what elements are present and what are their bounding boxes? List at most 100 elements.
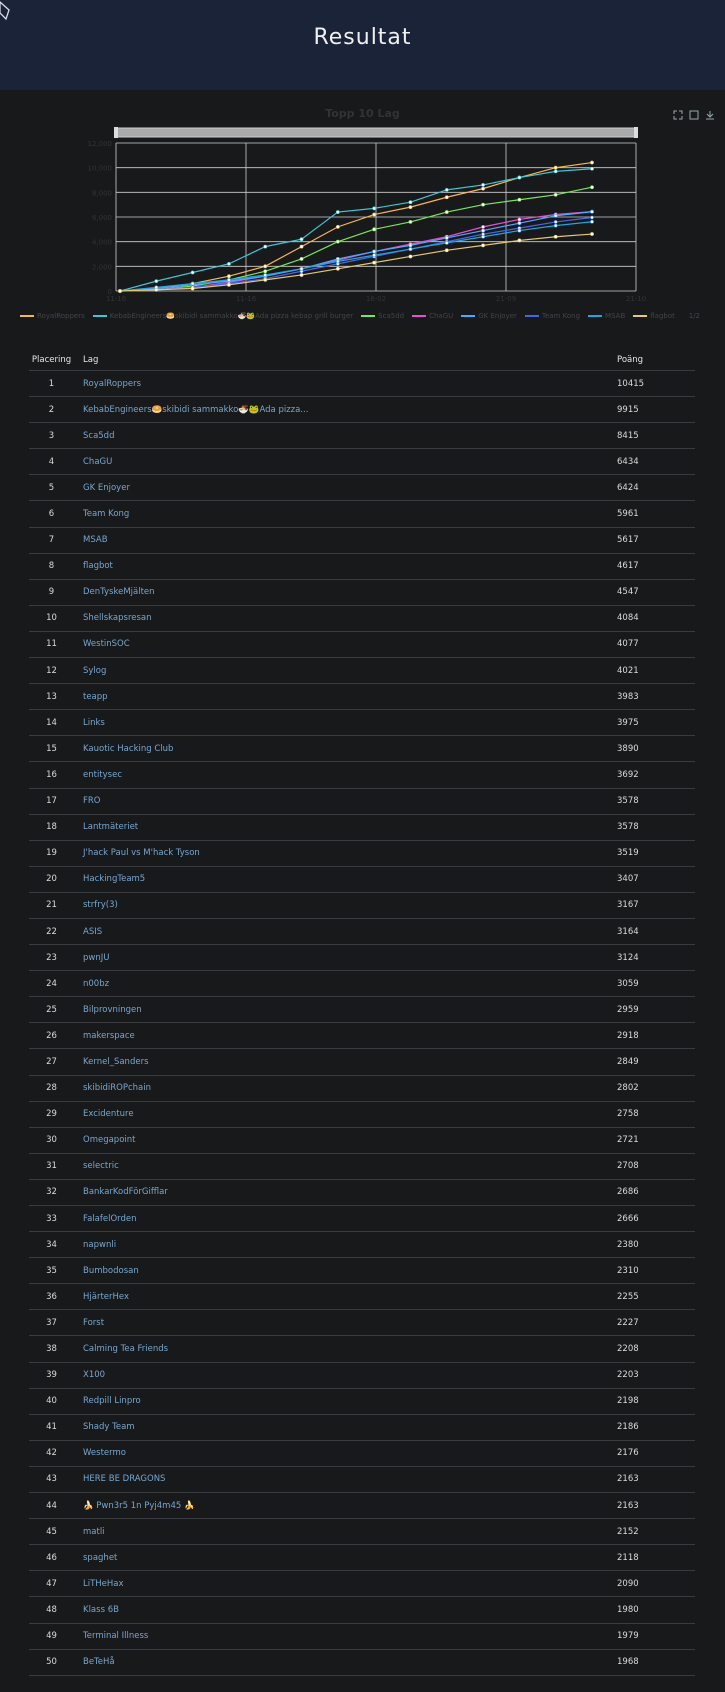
y-tick-label: 8,000	[92, 189, 112, 197]
team-link[interactable]: napwnli	[74, 1231, 617, 1259]
team-link[interactable]: Links	[74, 709, 617, 737]
team-link[interactable]: Bilprovningen	[74, 996, 617, 1024]
team-link[interactable]: GK Enjoyer	[74, 474, 617, 502]
legend-item[interactable]: MSAB	[588, 312, 625, 320]
team-link[interactable]: Klass 6B	[74, 1596, 617, 1624]
data-point	[154, 279, 159, 284]
team-link[interactable]: BeTeHå	[74, 1649, 617, 1676]
data-point	[481, 243, 485, 248]
legend-item[interactable]: Team Kong	[524, 312, 580, 320]
team-link[interactable]: Team Kong	[74, 500, 617, 528]
points-cell: 2686	[617, 1179, 695, 1207]
team-link[interactable]: Lantmäteriet	[74, 814, 617, 841]
team-link[interactable]: Shellskapsresan	[74, 605, 617, 632]
data-point	[299, 237, 304, 242]
placement-cell: 1	[29, 370, 74, 398]
team-link[interactable]: Sylog	[74, 657, 617, 685]
points-cell: 2090	[617, 1570, 695, 1598]
team-link[interactable]: Terminal Illness	[74, 1623, 617, 1650]
team-link[interactable]: J'hack Paul vs M'hack Tyson	[74, 840, 617, 867]
line-chart[interactable]: 12,00010,0008,0006,0004,0002,000011-16 11…	[0, 100, 725, 330]
legend-item[interactable]: RoyalRoppers	[20, 312, 85, 320]
points-cell: 9915	[617, 396, 695, 424]
legend-item[interactable]: Sca5dd	[361, 312, 404, 320]
data-point	[263, 264, 268, 269]
data-point	[408, 200, 413, 205]
logo-icon[interactable]	[0, 0, 14, 20]
placement-cell: 43	[29, 1466, 74, 1494]
team-link[interactable]: spaghet	[74, 1544, 617, 1572]
legend-item[interactable]: flagbot	[633, 312, 675, 320]
y-tick-label: 6,000	[92, 214, 112, 222]
team-link[interactable]: selectric	[74, 1153, 617, 1180]
team-link[interactable]: Forst	[74, 1309, 617, 1337]
legend-label: GK Enjoyer	[478, 312, 517, 320]
team-link[interactable]: ChaGU	[74, 448, 617, 476]
data-point	[299, 266, 304, 271]
header-placering[interactable]: Placering	[29, 349, 74, 371]
table-row: 3 Sca5dd 8415	[29, 422, 695, 450]
team-link[interactable]: FRO	[74, 788, 617, 815]
team-link[interactable]: HackingTeam5	[74, 866, 617, 893]
team-link[interactable]: Shady Team	[74, 1414, 617, 1441]
points-cell: 8415	[617, 422, 695, 450]
team-link[interactable]: RoyalRoppers	[74, 370, 617, 398]
team-link[interactable]: Calming Tea Friends	[74, 1335, 617, 1363]
team-link[interactable]: skibidiROPchain	[74, 1075, 617, 1102]
team-link[interactable]: n00bz	[74, 970, 617, 998]
team-link[interactable]: WestinSOC	[74, 631, 617, 659]
legend-item[interactable]: ChaGU	[412, 312, 453, 320]
team-link[interactable]: X100	[74, 1362, 617, 1389]
y-tick-label: 4,000	[92, 239, 112, 247]
team-link[interactable]: Bumbodosan	[74, 1257, 617, 1285]
data-point	[154, 287, 159, 292]
chart-legend[interactable]: RoyalRoppers KebabEngineers🥯skibidi samma…	[20, 312, 710, 324]
team-link[interactable]: FalafelOrden	[74, 1205, 617, 1233]
team-link[interactable]: KebabEngineers🥯skibidi sammakko🍜🐸Ada piz…	[74, 396, 617, 424]
team-link[interactable]: DenTyskeMjälten	[74, 579, 617, 606]
table-row: 43 HERE BE DRAGONS 2163	[29, 1466, 695, 1494]
placement-cell: 23	[29, 944, 74, 972]
points-cell: 5617	[617, 527, 695, 554]
team-link[interactable]: Redpill Linpro	[74, 1388, 617, 1415]
header-lag[interactable]: Lag	[74, 349, 617, 371]
data-point	[335, 224, 340, 229]
table-row: 22 ASIS 3164	[29, 918, 695, 946]
team-link[interactable]: teapp	[74, 683, 617, 711]
table-row: 20 HackingTeam5 3407	[29, 866, 695, 893]
team-link[interactable]: Excidenture	[74, 1101, 617, 1128]
table-row: 18 Lantmäteriet 3578	[29, 814, 695, 841]
team-link[interactable]: Kernel_Sanders	[74, 1048, 617, 1076]
data-point	[299, 244, 304, 249]
team-link[interactable]: flagbot	[74, 553, 617, 580]
team-link[interactable]: BankarKodFörGifflar	[74, 1179, 617, 1207]
placement-cell: 12	[29, 657, 74, 685]
placement-cell: 45	[29, 1518, 74, 1546]
data-point	[553, 165, 558, 170]
placement-cell: 36	[29, 1283, 74, 1311]
team-link[interactable]: HjärterHex	[74, 1283, 617, 1311]
legend-pager[interactable]: 1/2	[684, 312, 700, 320]
team-link[interactable]: matli	[74, 1518, 617, 1546]
legend-item[interactable]: GK Enjoyer	[461, 312, 517, 320]
team-link[interactable]: pwnJU	[74, 944, 617, 972]
team-link[interactable]: LiTHeHax	[74, 1570, 617, 1598]
team-link[interactable]: 🍌 Pwn3r5 1n Pyj4m45 🍌	[74, 1492, 617, 1520]
team-link[interactable]: ASIS	[74, 918, 617, 946]
team-link[interactable]: Sca5dd	[74, 422, 617, 450]
team-link[interactable]: Kauotic Hacking Club	[74, 735, 617, 763]
header-poang[interactable]: Poäng	[617, 349, 695, 371]
team-link[interactable]: Westermo	[74, 1440, 617, 1467]
points-cell: 3692	[617, 761, 695, 789]
points-cell: 3578	[617, 788, 695, 815]
placement-cell: 22	[29, 918, 74, 946]
team-link[interactable]: MSAB	[74, 527, 617, 554]
data-point	[481, 202, 485, 207]
data-point	[227, 261, 231, 266]
team-link[interactable]: strfry(3)	[74, 892, 617, 919]
legend-item[interactable]: KebabEngineers🥯skibidi sammakko🍜🐸Ada piz…	[92, 312, 353, 320]
team-link[interactable]: HERE BE DRAGONS	[74, 1466, 617, 1494]
team-link[interactable]: Omegapoint	[74, 1127, 617, 1154]
team-link[interactable]: makerspace	[74, 1022, 617, 1050]
team-link[interactable]: entitysec	[74, 761, 617, 789]
